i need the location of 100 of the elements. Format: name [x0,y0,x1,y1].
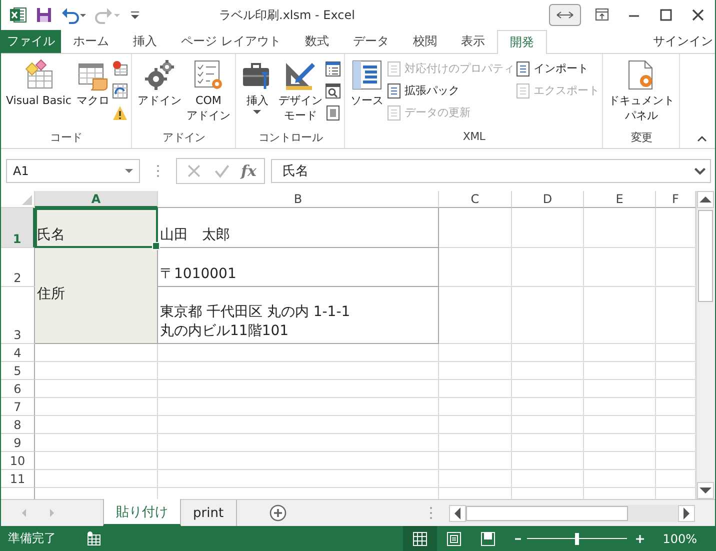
xml-document-icon [386,60,402,76]
name-box[interactable]: A1 [6,159,140,183]
table-cell [512,248,584,287]
ribbon-tab[interactable]: ページ レイアウト [169,30,293,53]
ribbon-tab[interactable]: データ [340,30,401,53]
check-icon[interactable] [213,162,231,180]
row-header[interactable]: 6 [1,380,35,398]
table-cell [512,380,584,398]
ribbon-tab[interactable]: 表示 [448,30,497,53]
row-header[interactable]: 1 [1,208,35,248]
undo-icon[interactable] [61,6,87,24]
table-cell: 〒1010001 [158,248,439,287]
column-header[interactable]: B [158,191,439,208]
group-label: XML [462,130,486,145]
group-label: アドイン [162,130,206,146]
table-cell [512,434,584,452]
row-header[interactable]: 10 [1,452,35,470]
macro-record-icon[interactable] [86,530,102,546]
row-header[interactable]: 4 [1,344,35,362]
record-icon [112,60,128,76]
formula-field[interactable]: 氏名 [271,159,711,183]
group-label: コード [49,130,84,146]
warning-icon [112,104,128,120]
dropdown-icon [125,168,133,174]
ribbon-small-button[interactable] [325,59,342,78]
scroll-left-icon[interactable] [449,504,466,522]
zoom-level[interactable]: 100% [662,532,697,546]
scroll-down-icon[interactable] [697,482,714,499]
save-icon[interactable] [35,6,53,24]
slider-thumb[interactable] [574,532,579,544]
page-break-icon [480,530,496,546]
group-label: 変更 [630,130,654,146]
row-header[interactable]: 9 [1,434,35,452]
ribbon-tab[interactable]: 開発 [496,30,547,54]
column-header[interactable]: D [512,191,584,208]
table-cell [512,362,584,380]
row-header[interactable]: 5 [1,362,35,380]
scroll-up-icon[interactable] [697,191,714,208]
status-text: 準備完了 [8,530,56,547]
grid-arrow-icon [112,82,128,98]
table-cell: 氏名 [35,208,158,248]
ribbon-button[interactable]: デザイン モード [276,57,324,130]
table-cell [584,434,656,452]
expand-icon[interactable] [694,167,706,175]
file-tab[interactable]: ファイル [1,30,61,53]
grid-icon [412,530,428,546]
ribbon-button[interactable]: ソース [348,57,386,130]
table-cell [584,287,656,344]
ribbon-small-button[interactable] [325,103,342,122]
ribbon-tab[interactable]: 挿入 [121,30,169,53]
row-header[interactable]: 11 [1,470,35,488]
table-cell [512,398,584,416]
ribbon-small-button[interactable]: 拡張パック [386,81,514,100]
ribbon-button[interactable]: Visual Basic [4,57,74,130]
spreadsheet-app-icon[interactable] [9,6,27,24]
table-cell [584,208,656,248]
xml-document-icon [515,82,532,98]
row-header[interactable]: 3 [1,287,35,344]
window-title: ラベル印刷.xlsm - Excel [219,7,355,24]
collapse-ribbon-icon[interactable] [697,136,707,142]
table-cell: 東京都 千代田区 丸の内 1-1-1 丸の内ビル11階101 [158,287,439,344]
scroll-right-icon[interactable] [678,504,695,522]
ribbon-tab[interactable]: 数式 [292,30,341,53]
sheet-tab[interactable]: 貼り付け [103,499,181,526]
column-header[interactable]: C [439,191,512,208]
ribbon-button[interactable]: 挿入 [239,57,276,130]
code-editor-icon [22,59,55,91]
table-cell: 住所 [35,248,158,344]
ribbon-small-button[interactable]: インポート [515,59,600,78]
ribbon-tab[interactable]: 校閲 [400,30,449,53]
normal-view-button[interactable] [402,526,437,551]
ribbon-button[interactable]: COM アドイン [184,57,232,130]
add-sheet-icon[interactable] [268,504,287,522]
zoom-in-icon[interactable] [634,534,645,544]
gears-icon [143,59,176,91]
scroll-thumb[interactable] [466,506,628,520]
horizontal-scrollbar[interactable] [449,504,695,522]
row-header[interactable]: 7 [1,398,35,416]
vertical-scrollbar[interactable] [696,191,714,499]
column-header[interactable]: A [35,191,158,208]
ribbon-button[interactable]: アドイン [135,57,184,130]
column-header[interactable]: E [584,191,656,208]
table-cell [584,470,656,488]
insert-function-button[interactable]: fx [241,162,256,180]
sign-in-link[interactable]: サインイン [653,33,715,50]
more-icon [156,164,160,178]
table-cell [584,344,656,362]
ribbon-tab[interactable]: ホーム [61,30,121,53]
ribbon-options-icon[interactable] [549,4,581,26]
table-cell [512,208,584,248]
dialog-icon [325,104,342,120]
ribbon-button[interactable]: マクロ [74,57,112,130]
scroll-thumb[interactable] [698,210,713,302]
table-cell [584,416,656,434]
table-cell [584,398,656,416]
ribbon-small-button[interactable] [112,81,128,100]
table-cell [584,248,656,287]
row-header[interactable]: 8 [1,416,35,434]
ribbon-button[interactable]: ドキュメント パネル [606,57,676,130]
ribbon-small-button[interactable] [325,81,342,100]
